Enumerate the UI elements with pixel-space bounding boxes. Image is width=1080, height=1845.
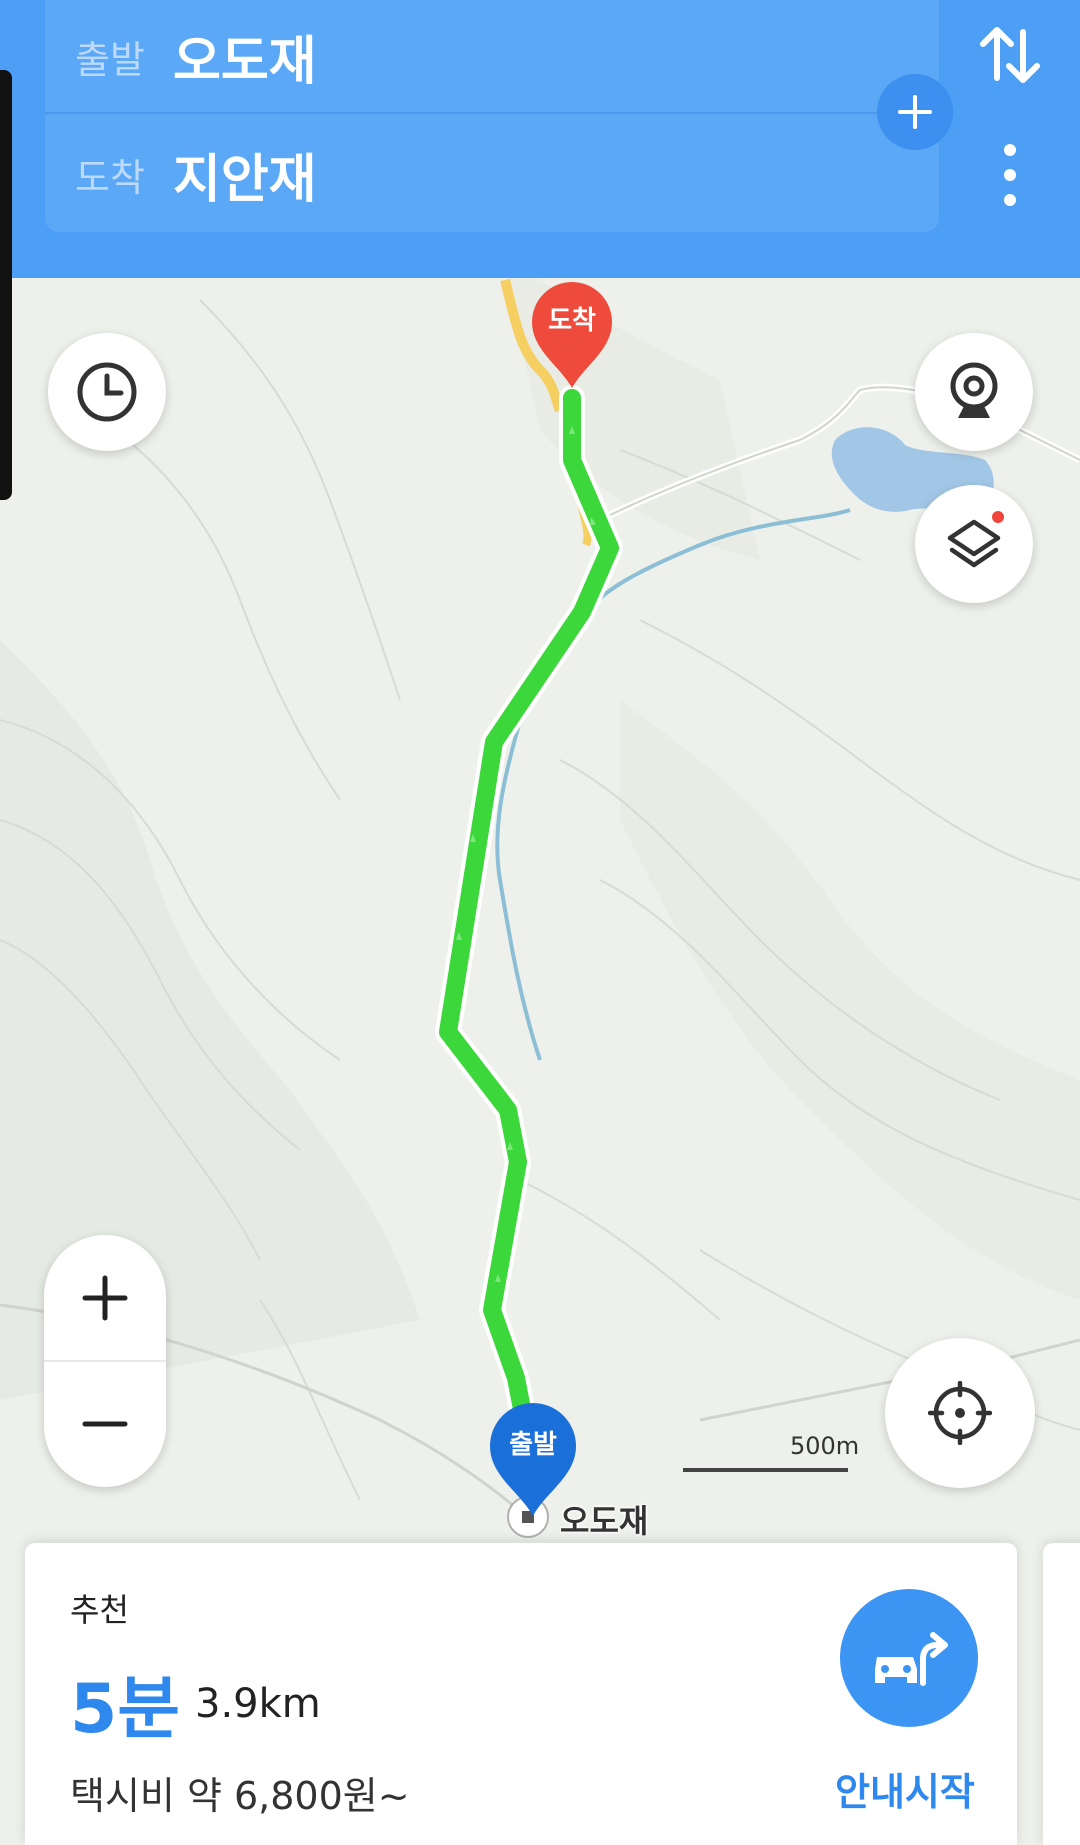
my-location-button[interactable] [885, 1338, 1035, 1488]
scale-label: 500m [790, 1432, 860, 1460]
swap-arrows-icon [980, 27, 1040, 83]
screen-edge [0, 70, 12, 500]
route-header: 출발 오도재 도착 지안재 [0, 0, 1080, 278]
next-route-card[interactable] [1043, 1543, 1080, 1845]
plus-icon [82, 1275, 128, 1321]
route-duration: 5분 [70, 1670, 180, 1749]
destination-label: 도착 [75, 155, 145, 200]
cctv-button[interactable] [915, 333, 1033, 451]
destination-row[interactable]: 도착 지안재 [75, 118, 317, 230]
more-vertical-icon [1004, 144, 1016, 206]
crosshair-icon [928, 1381, 992, 1445]
destination-value[interactable]: 지안재 [173, 137, 317, 212]
car-turn-icon [875, 1632, 948, 1686]
zoom-control [44, 1235, 166, 1487]
swap-button[interactable] [975, 20, 1045, 90]
scale-bar [683, 1468, 848, 1472]
clock-icon [77, 362, 137, 422]
origin-label: 출발 [75, 37, 145, 82]
route-divider [45, 112, 939, 114]
origin-value[interactable]: 오도재 [173, 19, 317, 94]
route-summary-card[interactable]: 추천 5분 3.9km 택시비 약 6,800원~ 안내시작 [25, 1543, 1017, 1845]
route-tag: 추천 [70, 1591, 129, 1629]
history-button[interactable] [48, 333, 166, 451]
zoom-in-button[interactable] [44, 1235, 166, 1361]
zoom-out-button[interactable] [44, 1361, 166, 1487]
origin-row[interactable]: 출발 오도재 [75, 0, 317, 112]
start-navigation-button[interactable] [840, 1589, 978, 1727]
cctv-icon [950, 362, 998, 418]
notification-dot [992, 511, 1004, 523]
destination-pin-label: 도착 [548, 306, 596, 336]
route-distance: 3.9km [195, 1681, 321, 1727]
origin-pin-label: 출발 [509, 1430, 557, 1460]
plus-icon [898, 95, 932, 129]
start-navigation-label[interactable]: 안내시작 [835, 1761, 975, 1816]
layers-button[interactable] [915, 485, 1033, 603]
place-label: 오도재 [560, 1502, 649, 1540]
add-waypoint-button[interactable] [877, 74, 953, 150]
more-options-button[interactable] [985, 140, 1035, 210]
minus-icon [82, 1421, 128, 1427]
layers-icon [947, 519, 1001, 568]
taxi-fare: 택시비 약 6,800원~ [70, 1774, 410, 1818]
route-input-box: 출발 오도재 도착 지안재 [45, 0, 953, 232]
